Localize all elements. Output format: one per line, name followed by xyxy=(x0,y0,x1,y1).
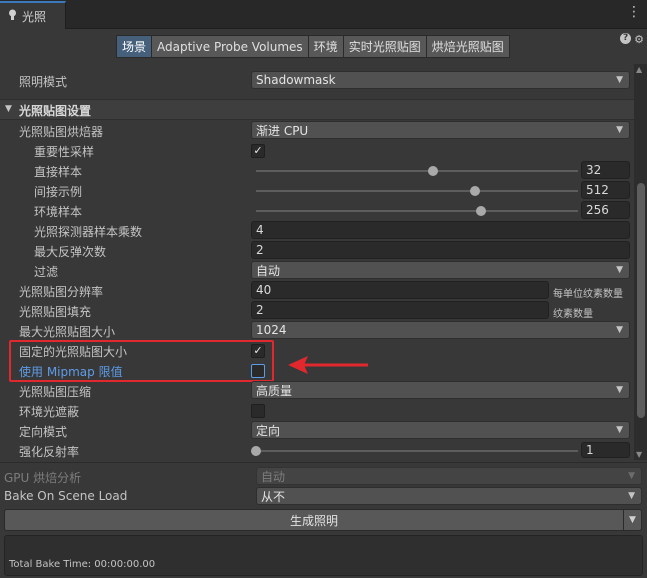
lightmapping-settings-header[interactable]: ▼ 光照贴图设置 xyxy=(0,99,634,120)
lightmap-compression-label: 光照贴图压缩 xyxy=(19,385,92,399)
max-bounces-field[interactable]: 2 xyxy=(251,241,630,259)
lightmap-resolution-label: 光照贴图分辨率 xyxy=(19,285,104,299)
lighting-mode-dropdown[interactable]: Shadowmask ▼ xyxy=(251,71,630,89)
albedo-boost-label: 强化反射率 xyxy=(19,445,80,459)
bake-on-scene-load-label: Bake On Scene Load xyxy=(4,489,128,503)
generate-lighting-button[interactable]: 生成照明 xyxy=(4,509,624,531)
indirect-samples-slider-track[interactable] xyxy=(256,190,578,192)
chevron-down-icon: ▼ xyxy=(616,125,623,135)
total-bake-time: Total Bake Time: 00:00:00.00 xyxy=(9,559,156,570)
directional-mode-value: 定向 xyxy=(256,423,281,438)
tab-baked-lightmaps[interactable]: 烘焙光照贴图 xyxy=(425,35,510,58)
chevron-down-icon: ▼ xyxy=(629,515,636,525)
window-titlebar xyxy=(0,0,647,29)
section-title: 光照贴图设置 xyxy=(19,104,92,118)
direct-samples-field[interactable]: 32 xyxy=(581,161,630,179)
scrollbar-thumb[interactable] xyxy=(637,183,645,418)
probe-sample-multiplier-label: 光照探测器样本乘数 xyxy=(34,225,143,239)
scroll-up-icon[interactable]: ▲ xyxy=(636,65,642,74)
albedo-boost-slider-handle[interactable] xyxy=(251,446,261,456)
chevron-down-icon: ▼ xyxy=(616,425,623,435)
lightmapper-value: 渐进 CPU xyxy=(256,123,309,138)
lighting-tabs: 场景 Adaptive Probe Volumes 环境 实时光照贴图 烘焙光照… xyxy=(116,35,510,58)
filtering-dropdown[interactable]: 自动 ▼ xyxy=(251,261,630,279)
ambient-occlusion-checkbox[interactable] xyxy=(251,404,265,418)
gear-icon[interactable]: ⚙ xyxy=(634,33,644,46)
bake-on-scene-load-dropdown[interactable]: 从不 ▼ xyxy=(256,487,642,505)
direct-samples-label: 直接样本 xyxy=(34,165,83,179)
chevron-down-icon: ▼ xyxy=(616,265,623,275)
lighting-mode-value: Shadowmask xyxy=(256,73,336,87)
chevron-down-icon: ▼ xyxy=(616,385,623,395)
directional-mode-label: 定向模式 xyxy=(19,425,68,439)
bake-on-scene-load-value: 从不 xyxy=(261,489,286,504)
max-lightmap-size-dropdown[interactable]: 1024 ▼ xyxy=(251,321,630,339)
tab-realtime-lightmaps[interactable]: 实时光照贴图 xyxy=(342,35,427,58)
resolution-unit: 每单位纹素数量 xyxy=(553,289,623,300)
importance-sampling-label: 重要性采样 xyxy=(34,145,95,159)
lightmapper-dropdown[interactable]: 渐进 CPU ▼ xyxy=(251,121,630,139)
lightmap-resolution-field[interactable]: 40 xyxy=(251,281,549,299)
direct-samples-slider-track[interactable] xyxy=(256,170,578,172)
indirect-samples-field[interactable]: 512 xyxy=(581,181,630,199)
annotation-arrow-icon xyxy=(288,356,368,374)
lightmap-compression-value: 高质量 xyxy=(256,383,293,398)
environment-samples-field[interactable]: 256 xyxy=(581,201,630,219)
padding-unit: 纹素数量 xyxy=(553,309,593,320)
foldout-arrow-icon[interactable]: ▼ xyxy=(5,104,12,114)
environment-samples-slider-track[interactable] xyxy=(256,210,578,212)
tab-environment[interactable]: 环境 xyxy=(307,35,344,58)
max-lightmap-size-label: 最大光照贴图大小 xyxy=(19,325,116,339)
direct-samples-slider-handle[interactable] xyxy=(428,166,439,176)
generate-options-dropdown[interactable]: ▼ xyxy=(623,509,642,531)
directional-mode-dropdown[interactable]: 定向 ▼ xyxy=(251,421,630,439)
lighting-mode-label: 照明模式 xyxy=(19,75,68,89)
chevron-down-icon: ▼ xyxy=(616,325,623,335)
albedo-boost-field[interactable]: 1 xyxy=(581,442,630,458)
lightmapper-label: 光照贴图烘焙器 xyxy=(19,125,104,139)
importance-sampling-checkbox[interactable]: ✓ xyxy=(251,144,265,158)
lightmap-compression-dropdown[interactable]: 高质量 ▼ xyxy=(251,381,630,399)
lightmap-padding-field[interactable]: 2 xyxy=(251,301,549,319)
header-icons: ? ⚙ xyxy=(620,33,644,46)
chevron-down-icon: ▼ xyxy=(616,75,623,85)
chevron-down-icon: ▼ xyxy=(628,491,635,501)
chevron-down-icon: ▼ xyxy=(628,471,635,481)
tab-adaptive-probe-volumes[interactable]: Adaptive Probe Volumes xyxy=(151,35,309,58)
lightbulb-icon xyxy=(8,9,17,24)
tab-scene[interactable]: 场景 xyxy=(116,35,153,58)
gpu-baking-profile-label: GPU 烘焙分析 xyxy=(4,471,82,485)
max-bounces-label: 最大反弹次数 xyxy=(34,245,107,259)
checkmark-icon: ✓ xyxy=(253,144,263,157)
ambient-occlusion-label: 环境光遮蔽 xyxy=(19,405,80,419)
lightmap-padding-label: 光照贴图填充 xyxy=(19,305,92,319)
highlight-box xyxy=(9,340,274,382)
indirect-samples-label: 间接示例 xyxy=(34,185,83,199)
help-icon[interactable]: ? xyxy=(620,33,632,44)
indirect-samples-slider-handle[interactable] xyxy=(469,186,480,196)
environment-samples-slider-handle[interactable] xyxy=(476,206,487,216)
divider xyxy=(0,462,647,463)
albedo-boost-slider-track[interactable] xyxy=(256,450,578,452)
filtering-value: 自动 xyxy=(256,263,281,278)
tab-title: 光照 xyxy=(22,9,47,24)
scroll-down-icon[interactable]: ▼ xyxy=(636,450,642,459)
more-options-icon[interactable]: ⋮ xyxy=(627,5,641,19)
max-lightmap-size-value: 1024 xyxy=(256,323,287,337)
tab-lighting[interactable]: 光照 xyxy=(0,1,66,29)
filtering-label: 过滤 xyxy=(34,265,59,279)
gpu-baking-profile-value: 自动 xyxy=(261,469,286,484)
probe-sample-multiplier-field[interactable]: 4 xyxy=(251,221,630,239)
gpu-baking-profile-dropdown: 自动 ▼ xyxy=(256,467,642,485)
environment-samples-label: 环境样本 xyxy=(34,205,83,219)
